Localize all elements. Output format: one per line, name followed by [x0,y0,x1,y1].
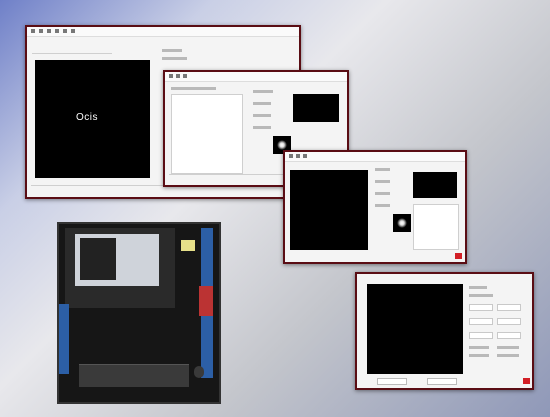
tab-strip [32,53,112,54]
toolbar-icon[interactable] [63,29,67,33]
toolbar-icon[interactable] [39,29,43,33]
screen-image [80,238,116,280]
close-icon[interactable] [523,378,530,384]
field-label [375,180,390,183]
field-label [375,204,390,207]
tab-label[interactable] [171,87,216,90]
section-label [469,286,487,289]
toolbar-icon[interactable] [296,154,300,158]
field-label [469,346,489,349]
toolbar-icon[interactable] [47,29,51,33]
field-label [469,354,489,357]
preview-image [293,94,339,122]
input-field[interactable] [469,318,493,325]
field-label [375,168,390,171]
frame-pillar-left [59,304,69,374]
data-table[interactable] [171,94,243,174]
input-field[interactable] [469,304,493,311]
close-icon[interactable] [455,253,462,259]
action-button[interactable] [427,378,457,385]
toolbar-icon[interactable] [289,154,293,158]
field-label [253,126,271,129]
field-label [253,102,271,105]
monitor-screen [75,234,159,286]
camera-image [367,284,463,374]
toolbar-icon[interactable] [31,29,35,33]
input-field[interactable] [469,332,493,339]
header-label [162,57,187,60]
sticky-note [181,240,195,251]
input-field[interactable] [497,318,521,325]
field-label [253,114,271,117]
input-field[interactable] [497,332,521,339]
toolbar-icon[interactable] [55,29,59,33]
toolbar-icon[interactable] [176,74,180,78]
image-view: Ocis [35,60,150,178]
window-toolbar [165,72,347,82]
field-label [497,354,519,357]
control-panel [199,286,213,316]
spot [397,218,407,228]
field-label [375,192,390,195]
mouse [194,366,204,378]
action-button[interactable] [377,378,407,385]
field-label [497,346,519,349]
plot-panel [413,204,459,250]
app-window-analysis [283,150,467,264]
spot [277,140,287,150]
toolbar-icon[interactable] [169,74,173,78]
field-label [253,90,273,93]
spot-image [393,214,411,232]
toolbar-icon[interactable] [71,29,75,33]
toolbar-icon[interactable] [303,154,307,158]
section-label [469,294,493,297]
workstation-photo [57,222,221,404]
input-field[interactable] [497,304,521,311]
app-window-settings [355,272,534,390]
logo-text: Ocis [76,112,98,123]
header-label [162,49,182,52]
window-toolbar [285,152,465,162]
monitor [65,228,175,308]
keyboard [79,364,189,387]
window-toolbar [27,27,299,37]
preview-image [413,172,457,198]
toolbar-icon[interactable] [183,74,187,78]
camera-image [290,170,368,250]
